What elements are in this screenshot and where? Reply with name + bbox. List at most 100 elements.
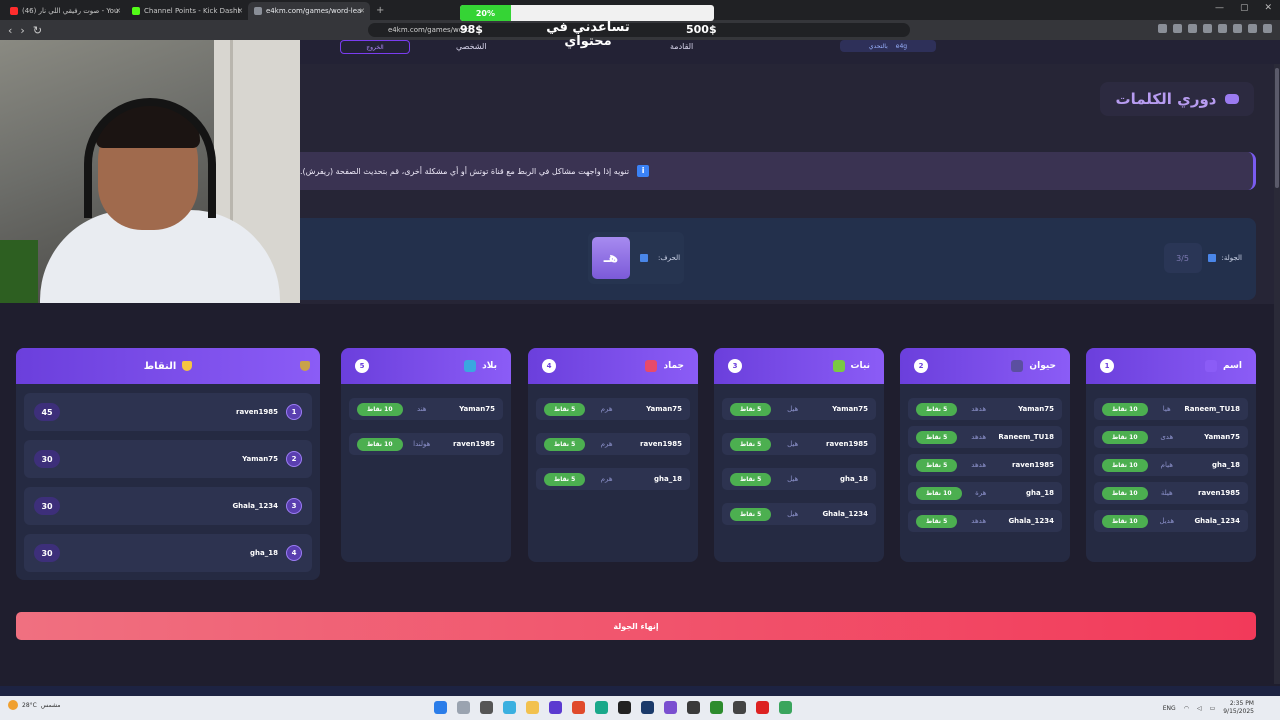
- answer-row: raven1985 هيلة 10 نقاط: [1094, 482, 1248, 504]
- extension-icon[interactable]: [1203, 24, 1212, 33]
- answer-player: Ghala_1234: [822, 510, 868, 518]
- answer-player: Yaman75: [1204, 433, 1240, 441]
- answer-player: Yaman75: [832, 405, 868, 413]
- category-title-text: حيوان: [1029, 361, 1056, 371]
- donation-goal-fill: 20%: [460, 5, 511, 21]
- rank-badge: 2: [286, 451, 302, 467]
- rank-badge: 4: [286, 545, 302, 561]
- scoreboard-row: 4 gha_18 30: [24, 534, 312, 572]
- tab-close-icon[interactable]: ✕: [115, 7, 121, 15]
- answer-row: Raneem_TU18 هيا 10 نقاط: [1094, 398, 1248, 420]
- round-icon: [1207, 254, 1216, 262]
- app-header: الشخصي القادمة: [300, 40, 1280, 64]
- answer-row: gha_18 هرة 10 نقاط: [908, 482, 1062, 504]
- extension-icon[interactable]: [1173, 24, 1182, 33]
- extension-icon[interactable]: [1158, 24, 1167, 33]
- scoreboard-player: Ghala_1234: [232, 502, 278, 510]
- app-icon[interactable]: [618, 701, 631, 714]
- points-badge: 5 نقاط: [730, 507, 772, 521]
- scoreboard-points: 30: [34, 450, 60, 468]
- volume-icon[interactable]: ◁: [1197, 705, 1202, 712]
- task-view-icon[interactable]: [480, 701, 493, 714]
- app-icon[interactable]: [779, 701, 792, 714]
- maximize-icon[interactable]: ▢: [1240, 3, 1249, 13]
- search-icon[interactable]: [457, 701, 470, 714]
- scoreboard-player: gha_18: [250, 549, 278, 557]
- end-round-button[interactable]: إنهاء الجولة: [16, 612, 1256, 640]
- extension-icon[interactable]: [1233, 24, 1242, 33]
- answer-row: gha_18 هرم 5 نقاط: [536, 468, 690, 490]
- app-icon[interactable]: [549, 701, 562, 714]
- brave-icon[interactable]: [572, 701, 585, 714]
- app-icon[interactable]: [756, 701, 769, 714]
- category-header: حيوان 2: [900, 348, 1070, 384]
- points-badge: 10 نقاط: [357, 437, 403, 451]
- tab-close-icon[interactable]: ✕: [237, 7, 243, 15]
- language-indicator[interactable]: ENG: [1163, 705, 1176, 712]
- nav-upcoming[interactable]: القادمة: [670, 42, 693, 51]
- answer-row: Yaman75 هدى 10 نقاط: [1094, 426, 1248, 448]
- points-badge: 5 نقاط: [730, 472, 772, 486]
- forward-icon[interactable]: ›: [20, 24, 24, 37]
- close-icon[interactable]: ✕: [1264, 3, 1272, 13]
- answer-row: Yaman75 هدهد 5 نقاط: [908, 398, 1062, 420]
- answer-word: هدهد: [971, 433, 987, 441]
- new-tab-button[interactable]: +: [376, 5, 384, 16]
- app-icon[interactable]: [687, 701, 700, 714]
- wifi-icon[interactable]: ◠: [1184, 705, 1189, 712]
- edge-icon[interactable]: [503, 701, 516, 714]
- tab-favicon-icon: [132, 7, 140, 15]
- answer-word: هدهد: [971, 461, 987, 469]
- taskbar-apps: [434, 701, 792, 714]
- category-title-text: جماد: [663, 361, 684, 371]
- weather-widget[interactable]: 28°C مشمس: [8, 700, 61, 710]
- app-icon[interactable]: [733, 701, 746, 714]
- brand-logo: e4g: [895, 42, 908, 50]
- battery-icon[interactable]: ▭: [1210, 705, 1216, 712]
- answer-word: هدهد: [971, 517, 987, 525]
- file-explorer-icon[interactable]: [526, 701, 539, 714]
- steam-icon[interactable]: [641, 701, 654, 714]
- url-input[interactable]: e4km.com/games/word: [368, 23, 910, 37]
- answer-player: gha_18: [1212, 461, 1240, 469]
- round-label: الجولة:: [1221, 254, 1242, 262]
- app-icon[interactable]: [664, 701, 677, 714]
- minimize-icon[interactable]: —: [1215, 3, 1224, 13]
- letter-label: الحرف:: [657, 254, 681, 262]
- browser-tab[interactable]: (46) صوت رفيقي اللي نار - YouTube✕: [4, 2, 126, 20]
- tab-close-icon[interactable]: ✕: [359, 7, 365, 15]
- answer-player: gha_18: [654, 475, 682, 483]
- extension-icon[interactable]: [1218, 24, 1227, 33]
- back-icon[interactable]: ‹: [8, 24, 12, 37]
- page-scrollbar[interactable]: [1274, 64, 1280, 684]
- points-badge: 5 نقاط: [544, 437, 586, 451]
- category-column: اسم 1 Raneem_TU18 هيا 10 نقاط Yaman75 هدى 10 نق…: [1086, 348, 1256, 562]
- points-badge: 5 نقاط: [544, 472, 586, 486]
- browser-tab[interactable]: e4km.com/games/word-league✕: [248, 2, 370, 20]
- answer-player: raven1985: [453, 440, 495, 448]
- tab-favicon-icon: [254, 7, 262, 15]
- donation-goal-current: 98$: [460, 23, 483, 36]
- nav-profile[interactable]: الشخصي: [456, 42, 487, 51]
- donation-goal-target: 500$: [686, 23, 717, 36]
- answer-word: هيام: [1160, 461, 1173, 469]
- category-icon: [1205, 360, 1217, 372]
- category-icon: [645, 360, 658, 372]
- logout-button[interactable]: الخروج: [340, 40, 410, 54]
- extension-icon[interactable]: [1248, 24, 1257, 33]
- notice-text: تنويه إذا واجهت مشاكل في الربط مع قناة ت…: [300, 166, 630, 176]
- app-icon[interactable]: [710, 701, 723, 714]
- reload-icon[interactable]: ↻: [33, 24, 42, 37]
- category-number-badge: 2: [914, 359, 928, 373]
- extension-icon[interactable]: [1188, 24, 1197, 33]
- answer-player: raven1985: [1012, 461, 1054, 469]
- app-icon[interactable]: [595, 701, 608, 714]
- answer-word: هيل: [787, 440, 799, 448]
- scoreboard: النقاط 1 raven1985 45 2 Yaman75 30 3 Ghala_1234…: [16, 348, 320, 580]
- extension-icon[interactable]: [1263, 24, 1272, 33]
- clock[interactable]: 2:35 PM 9/15/2025: [1223, 700, 1254, 716]
- category-number-badge: 1: [1100, 359, 1114, 373]
- start-icon[interactable]: [434, 701, 447, 714]
- browser-tab[interactable]: Channel Points - Kick Dashboard✕: [126, 2, 248, 20]
- brand-chip[interactable]: بالتحدي e4g: [840, 40, 936, 52]
